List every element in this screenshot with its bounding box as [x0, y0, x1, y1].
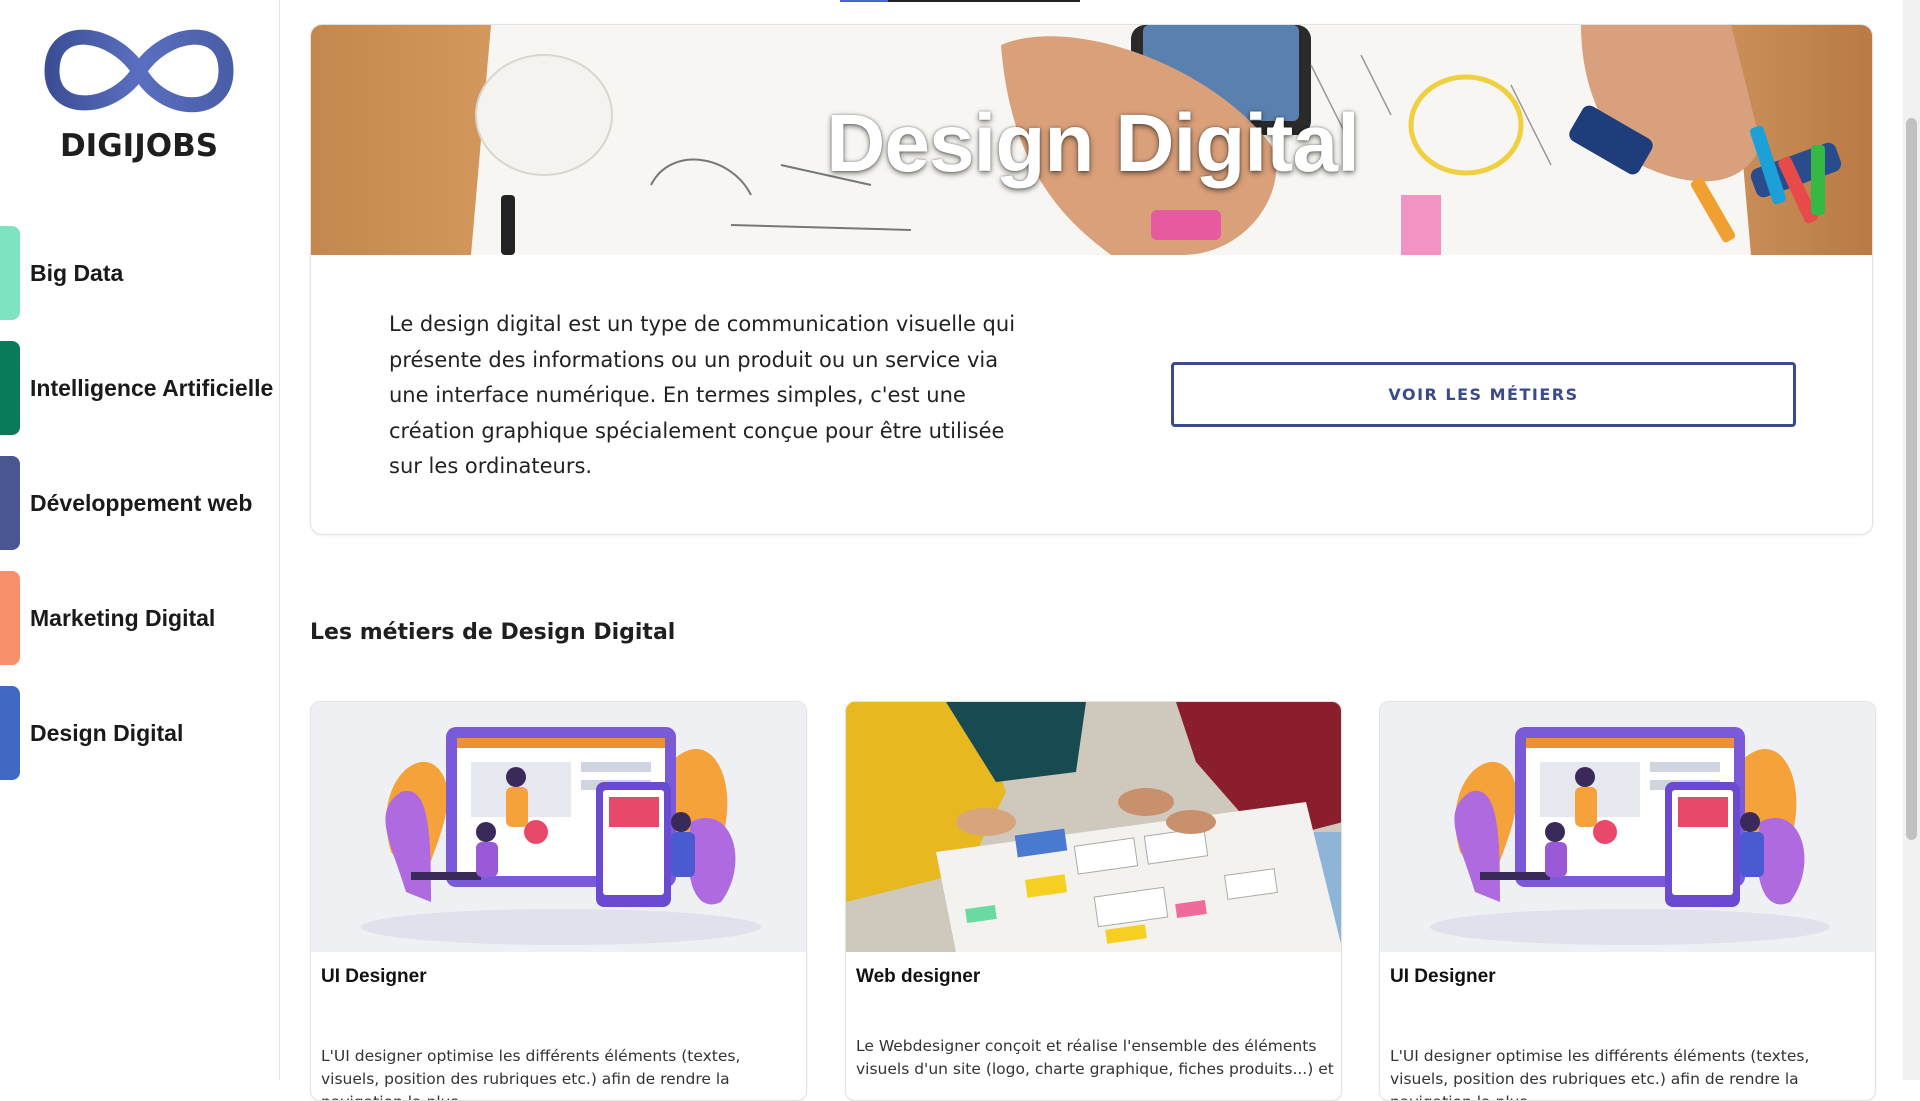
- sidebar-item-label: Big Data: [30, 259, 124, 286]
- scrollbar-thumb[interactable]: [1906, 118, 1917, 840]
- ui-designer-illustration: [361, 727, 761, 945]
- sidebar-item-big-data[interactable]: Big Data: [0, 226, 279, 320]
- job-card-web-designer[interactable]: Web designer Le Webdesigner conçoit et r…: [845, 701, 1342, 1101]
- job-card-title: Web designer: [856, 966, 981, 987]
- web-designer-photo: [846, 702, 1341, 952]
- digijobs-logo[interactable]: DIGIJOBS: [44, 16, 234, 166]
- scrollbar[interactable]: [1903, 0, 1920, 1080]
- sidebar-item-developpement-web[interactable]: Développement web: [0, 456, 279, 550]
- nav-color-bar: [0, 456, 20, 550]
- infinity-logo-icon: [44, 29, 234, 113]
- sidebar: DIGIJOBS Big Data Intelligence Artificie…: [0, 0, 280, 1080]
- hero-description: Le design digital est un type de communi…: [389, 312, 1016, 478]
- top-tab-indicator: [840, 0, 1080, 2]
- job-card-image: [1380, 702, 1875, 952]
- ui-designer-illustration: [1430, 727, 1830, 945]
- job-card-description: L'UI designer optimise les différents él…: [321, 1047, 741, 1100]
- tab-accent: [840, 0, 888, 2]
- voir-les-metiers-button[interactable]: VOIR LES MÉTIERS: [1171, 362, 1796, 427]
- hero-banner-image: Design Digital: [311, 25, 1872, 255]
- nav-color-bar: [0, 226, 20, 320]
- sidebar-item-label: Développement web: [30, 489, 253, 516]
- sidebar-item-label: Marketing Digital: [30, 604, 216, 631]
- sidebar-item-marketing-digital[interactable]: Marketing Digital: [0, 571, 279, 665]
- nav-color-bar: [0, 686, 20, 780]
- sidebar-item-intelligence-artificielle[interactable]: Intelligence Artificielle: [0, 341, 279, 435]
- job-card-ui-designer[interactable]: UI Designer L'UI designer optimise les d…: [310, 701, 807, 1101]
- section-title: Les métiers de Design Digital: [310, 620, 676, 645]
- job-card-image: [846, 702, 1341, 952]
- nav-color-bar: [0, 341, 20, 435]
- job-card-image: [311, 702, 806, 952]
- nav-color-bar: [0, 571, 20, 665]
- sidebar-item-label: Design Digital: [30, 719, 184, 746]
- job-card-description: L'UI designer optimise les différents él…: [1390, 1047, 1810, 1100]
- job-card-ui-designer-2[interactable]: UI Designer L'UI designer optimise les d…: [1379, 701, 1876, 1101]
- hero-card: Design Digital Le design digital est un …: [310, 24, 1873, 535]
- page-title: Design Digital: [826, 98, 1360, 189]
- job-card-title: UI Designer: [1390, 966, 1496, 987]
- brand-name: DIGIJOBS: [59, 128, 219, 164]
- sidebar-item-design-digital[interactable]: Design Digital: [0, 686, 279, 780]
- sidebar-item-label: Intelligence Artificielle: [30, 374, 274, 401]
- job-card-description: Le Webdesigner conçoit et réalise l'ense…: [856, 1037, 1334, 1078]
- job-card-title: UI Designer: [321, 966, 427, 987]
